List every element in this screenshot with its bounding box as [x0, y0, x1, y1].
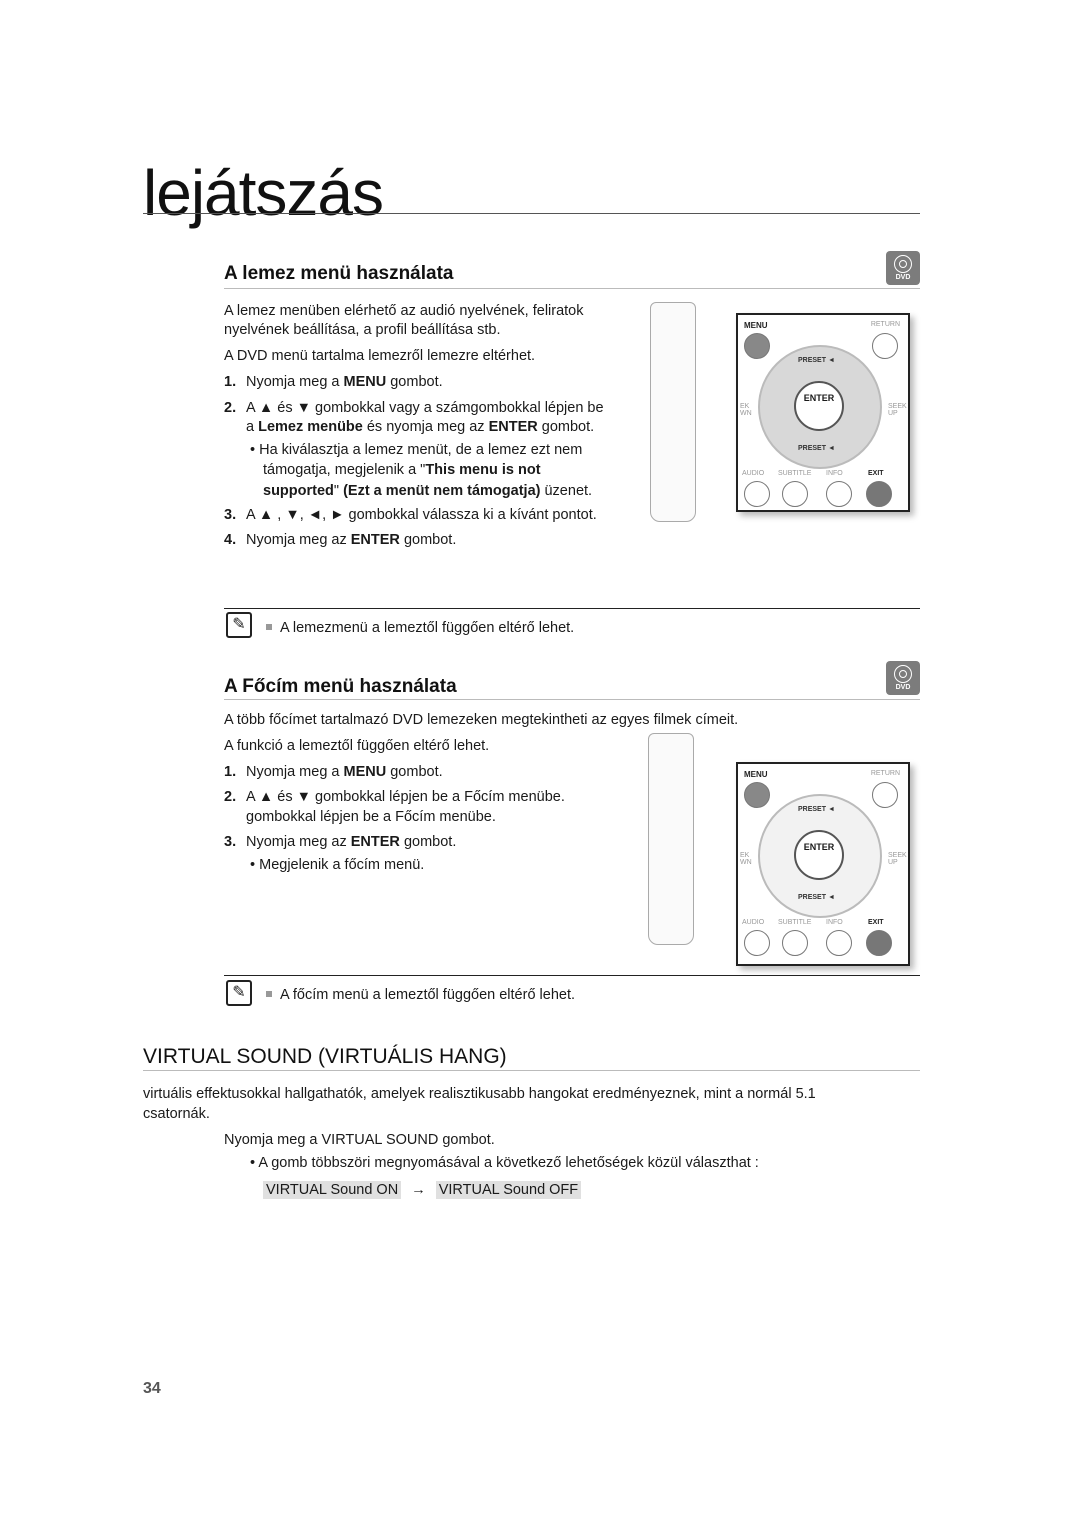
chapter-title: lejátszás: [143, 157, 384, 229]
return-label: RETURN: [870, 770, 900, 777]
section-rule: [224, 699, 920, 700]
preset-down-label: PRESET ◄: [798, 894, 835, 901]
intro-text: nyelvének beállítása, a profil beállítás…: [224, 322, 501, 338]
menu-label: MENU: [744, 321, 768, 330]
step-1: 1. Nyomja meg a MENU gombot.: [224, 764, 443, 780]
audio-label: AUDIO: [742, 470, 765, 477]
subtitle-button: [782, 930, 808, 956]
return-button: [872, 782, 898, 808]
bullet: • Ha kiválasztja a lemez menüt, de a lem…: [250, 442, 583, 458]
option-virtual-sound-off: VIRTUAL Sound OFF: [435, 1181, 582, 1199]
section-heading-virtual-sound: VIRTUAL SOUND (VIRTUÁLIS HANG): [143, 1045, 507, 1068]
info-label: INFO: [826, 919, 843, 926]
preset-down-label: PRESET ◄: [798, 445, 835, 452]
info-label: INFO: [826, 470, 843, 477]
note-text: A lemezmenü a lemeztől függően eltérő le…: [266, 618, 574, 638]
intro-text: A lemez menüben elérhető az audió nyelvé…: [224, 303, 584, 319]
step-3: 3. Nyomja meg az ENTER gombot.: [224, 834, 457, 850]
intro-text: A funkció a lemeztől függően eltérő lehe…: [224, 738, 490, 754]
note-icon: ✎: [226, 612, 252, 638]
step-2: 2. A ▲ és ▼ gombokkal lépjen be a Főcím m…: [224, 789, 565, 805]
rewind-label: EK WN: [740, 852, 752, 866]
rewind-label: EK WN: [740, 403, 752, 417]
step-3: 3. A ▲ , ▼, ◄, ► gombokkal válassza ki a …: [224, 507, 597, 523]
note-rule: [224, 975, 920, 976]
step-2: 2. A ▲ és ▼ gombokkal vagy a számgombokka…: [224, 400, 604, 416]
note-icon: ✎: [226, 980, 252, 1006]
remote-zoom-panel: MENU RETURN PRESET ◄ ENTER PRESET ◄ EK W…: [736, 762, 910, 966]
enter-button: ENTER: [794, 381, 844, 431]
preset-up-label: PRESET ◄: [798, 357, 835, 364]
arrow-right-icon: →: [411, 1182, 426, 1198]
exit-label: EXIT: [868, 470, 884, 477]
section-rule: [143, 1070, 920, 1071]
subtitle-label: SUBTITLE: [778, 919, 812, 926]
info-button: [826, 481, 852, 507]
step-2-cont: gombokkal lépjen be a Főcím menübe.: [246, 809, 496, 825]
option-virtual-sound-on: VIRTUAL Sound ON: [263, 1181, 402, 1199]
disc-icon: [894, 665, 912, 683]
preset-up-label: PRESET ◄: [798, 806, 835, 813]
audio-label: AUDIO: [742, 919, 765, 926]
step-2-cont: a Lemez menübe és nyomja meg az ENTER go…: [246, 419, 595, 435]
intro-text: csatornák.: [143, 1106, 210, 1122]
intro-text: A több főcímet tartalmazó DVD lemezeken …: [224, 712, 739, 728]
section-rule: [224, 288, 920, 289]
seek-up-label: SEEK UP: [888, 403, 907, 417]
subtitle-button: [782, 481, 808, 507]
audio-button: [744, 930, 770, 956]
enter-button: ENTER: [794, 830, 844, 880]
menu-button: [744, 333, 770, 359]
bullet: • A gomb többszöri megnyomásával a követ…: [250, 1155, 759, 1171]
info-button: [826, 930, 852, 956]
remote-zoom-panel: MENU RETURN PRESET ◄ ENTER PRESET ◄ EK W…: [736, 313, 910, 512]
remote-control-illustration: [648, 733, 694, 945]
step-1: 1. Nyomja meg a MENU gombot.: [224, 374, 443, 390]
exit-button: [866, 481, 892, 507]
bullet: • Megjelenik a főcím menü.: [250, 857, 425, 873]
bullet-cont: támogatja, megjelenik a "This menu is no…: [263, 462, 541, 478]
intro-text: virtuális effektusokkal hallgathatók, am…: [143, 1086, 816, 1102]
menu-button: [744, 782, 770, 808]
step-4: 4. Nyomja meg az ENTER gombot.: [224, 532, 457, 548]
bullet-cont: supported" (Ezt a menüt nem támogatja) ü…: [263, 483, 593, 499]
page-number: 34: [143, 1380, 161, 1397]
return-label: RETURN: [870, 321, 900, 328]
section-heading-disc-menu: A lemez menü használata: [224, 263, 454, 284]
subtitle-label: SUBTITLE: [778, 470, 812, 477]
note-rule: [224, 608, 920, 609]
menu-label: MENU: [744, 770, 768, 779]
remote-control-illustration: [650, 302, 696, 522]
step: Nyomja meg a VIRTUAL SOUND gombot.: [224, 1132, 495, 1148]
dvd-badge: DVD: [886, 251, 920, 285]
audio-button: [744, 481, 770, 507]
option-sequence: VIRTUAL Sound ON → VIRTUAL Sound OFF: [263, 1180, 582, 1200]
disc-icon: [894, 255, 912, 273]
exit-button: [866, 930, 892, 956]
exit-label: EXIT: [868, 919, 884, 926]
seek-up-label: SEEK UP: [888, 852, 907, 866]
intro-text: A DVD menü tartalma lemezről lemezre elt…: [224, 348, 536, 364]
dvd-badge: DVD: [886, 661, 920, 695]
chapter-rule: [143, 213, 920, 214]
return-button: [872, 333, 898, 359]
section-heading-title-menu: A Főcím menü használata: [224, 676, 457, 697]
note-text: A főcím menü a lemeztől függően eltérő l…: [266, 985, 575, 1005]
